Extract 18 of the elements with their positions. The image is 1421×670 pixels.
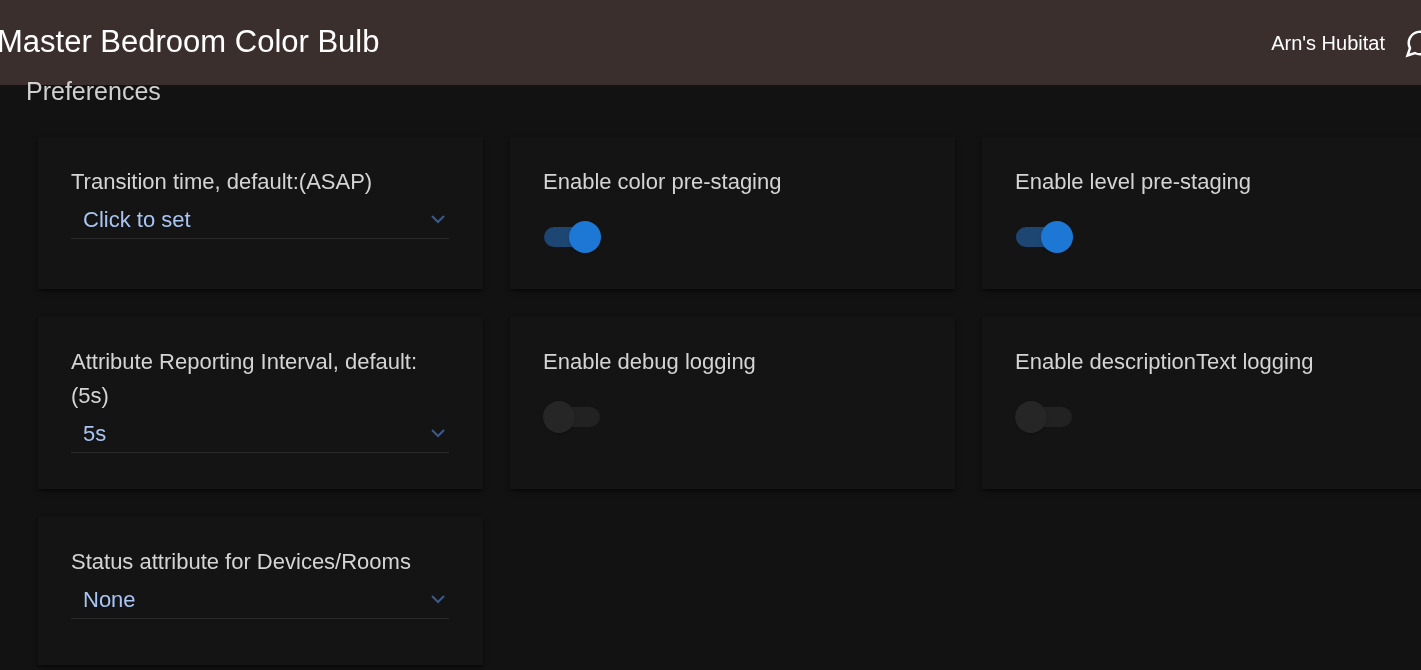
dropdown-select[interactable]: Click to set <box>71 201 449 239</box>
preference-label: Enable level pre-staging <box>1015 168 1253 196</box>
preference-label: Attribute Reporting Interval, default:(5s) <box>71 348 419 410</box>
toggle-switch[interactable] <box>1015 221 1073 253</box>
dropdown-select[interactable]: 5s <box>71 415 449 453</box>
hub-name: Arn's Hubitat <box>1271 30 1385 56</box>
preference-label: Status attribute for Devices/Rooms <box>71 548 412 576</box>
toggle-switch[interactable] <box>543 221 601 253</box>
dropdown-select[interactable]: None <box>71 581 449 619</box>
chevron-down-icon <box>431 429 445 438</box>
preference-label: Transition time, default:(ASAP) <box>71 168 374 196</box>
section-title: Preferences <box>26 77 161 105</box>
preference-label: Enable color pre-staging <box>543 168 783 196</box>
preference-label: Enable debug logging <box>543 348 757 376</box>
page-title: Master Bedroom Color Bulb <box>0 23 380 62</box>
preference-label: Enable descriptionText logging <box>1015 348 1315 376</box>
chevron-down-icon <box>431 215 445 224</box>
chevron-down-icon <box>431 595 445 604</box>
